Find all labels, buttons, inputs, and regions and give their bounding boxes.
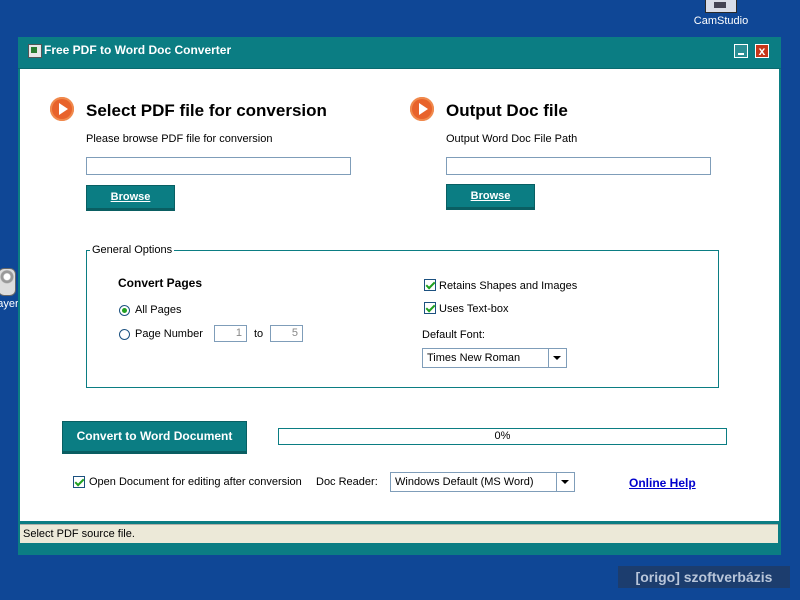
conversion-progress-bar: 0% [278, 428, 727, 445]
desktop-icon-camstudio[interactable]: CamStudio [686, 0, 756, 27]
chevron-down-icon[interactable] [556, 473, 574, 491]
play-arrow-icon [50, 97, 74, 121]
input-section-title: Select PDF file for conversion [86, 101, 327, 120]
all-pages-label[interactable]: All Pages [135, 304, 181, 316]
retain-shapes-checkbox[interactable] [424, 279, 436, 291]
browse-doc-button[interactable]: Browse [446, 184, 535, 210]
convert-pages-heading: Convert Pages [118, 276, 203, 290]
output-path-hint: Output Word Doc File Path [446, 133, 578, 145]
progress-text: 0% [494, 430, 511, 442]
media-player-icon [0, 268, 16, 296]
default-font-select[interactable]: Times New Roman [422, 348, 567, 368]
doc-reader-label: Doc Reader: [316, 476, 378, 488]
close-icon: x [758, 44, 766, 58]
pdf-path-input[interactable] [86, 157, 351, 175]
doc-path-input[interactable] [446, 157, 711, 175]
page-to-input[interactable]: 5 [270, 325, 303, 342]
default-font-value: Times New Roman [427, 352, 521, 364]
app-window: Free PDF to Word Doc Converter x Select … [18, 37, 781, 555]
text-box-label[interactable]: Uses Text-box [439, 303, 509, 315]
online-help-link[interactable]: Online Help [629, 476, 696, 490]
camstudio-icon [705, 0, 737, 13]
default-font-label: Default Font: [422, 329, 485, 341]
page-from-input[interactable]: 1 [214, 325, 247, 342]
open-after-label[interactable]: Open Document for editing after conversi… [89, 476, 302, 488]
all-pages-radio[interactable] [119, 305, 130, 316]
minimize-button[interactable] [734, 44, 748, 58]
client-area: Select PDF file for conversion Please br… [20, 69, 779, 521]
general-options-group [86, 250, 719, 388]
input-path-hint: Please browse PDF file for conversion [86, 133, 273, 145]
watermark-logo: [origo] szoftverbázis [618, 566, 790, 588]
window-bottom-border [18, 544, 781, 555]
window-title: Free PDF to Word Doc Converter [44, 43, 232, 57]
play-arrow-icon [410, 97, 434, 121]
close-button[interactable]: x [755, 44, 769, 58]
page-to-label: to [254, 328, 264, 340]
page-number-radio[interactable] [119, 329, 130, 340]
desktop-icon-label: CamStudio [693, 15, 749, 27]
retain-shapes-label[interactable]: Retains Shapes and Images [439, 280, 577, 292]
output-section-title: Output Doc file [446, 101, 568, 120]
open-after-checkbox[interactable] [73, 476, 85, 488]
doc-reader-select[interactable]: Windows Default (MS Word) [390, 472, 575, 492]
page-number-label[interactable]: Page Number [135, 328, 203, 340]
text-box-checkbox[interactable] [424, 302, 436, 314]
general-options-legend: General Options [90, 244, 175, 256]
status-bar: Select PDF source file. [20, 524, 778, 543]
status-text: Select PDF source file. [23, 528, 135, 540]
chevron-down-icon[interactable] [548, 349, 566, 367]
doc-reader-value: Windows Default (MS Word) [395, 476, 534, 488]
app-icon [28, 44, 42, 58]
browse-pdf-button[interactable]: Browse [86, 185, 175, 211]
title-bar[interactable]: Free PDF to Word Doc Converter x [18, 37, 781, 69]
convert-button[interactable]: Convert to Word Document [62, 421, 247, 454]
